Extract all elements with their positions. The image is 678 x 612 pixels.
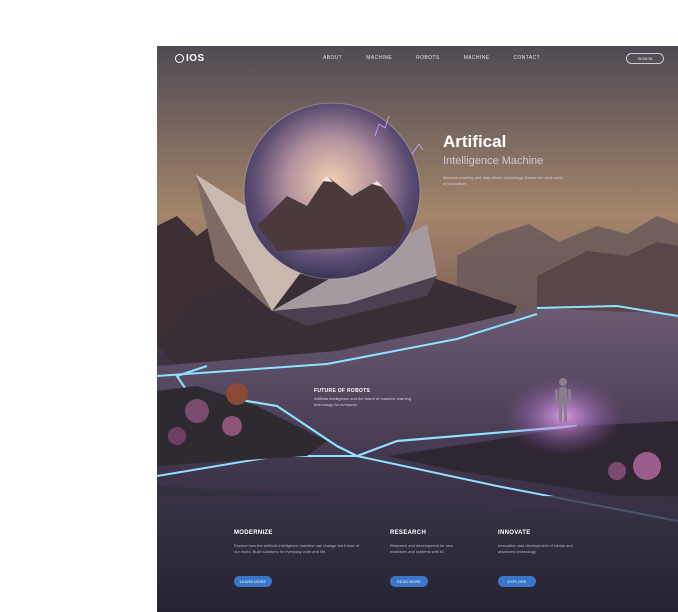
nav-item-contact[interactable]: CONTACT <box>513 55 540 61</box>
sign-in-button[interactable]: SIGN IN <box>626 53 664 64</box>
middle-title: FUTURE OF ROBOTS <box>314 388 371 394</box>
logo[interactable]: IOS <box>175 53 205 64</box>
hero-description: Machine learning and data-driven technol… <box>443 175 563 186</box>
column-description: Explore how the artificial intelligence … <box>234 543 359 554</box>
logo-icon <box>175 54 184 63</box>
feature-column-research: RESEARCH Research and development for ne… <box>390 530 468 587</box>
hero-illustration <box>157 102 678 612</box>
nav-item-machine[interactable]: MACHINE <box>366 55 392 61</box>
nav-item-machine-2[interactable]: MACHINE <box>464 55 490 61</box>
nav-item-about[interactable]: ABOUT <box>323 55 342 61</box>
column-title: RESEARCH <box>390 530 427 536</box>
feature-column-modernize: MODERNIZE Explore how the artificial int… <box>234 530 360 587</box>
read-more-button[interactable]: READ MORE <box>390 576 428 587</box>
feature-column-innovate: INNOVATE Innovation and development of r… <box>498 530 576 587</box>
explore-button[interactable]: EXPLORE <box>498 576 536 587</box>
learn-more-button[interactable]: LEARN MORE <box>234 576 272 587</box>
landing-page: IOS ABOUT MACHINE ROBOTS MACHINE CONTACT… <box>157 46 678 612</box>
top-navigation: IOS ABOUT MACHINE ROBOTS MACHINE CONTACT… <box>157 46 678 72</box>
column-title: MODERNIZE <box>234 530 273 536</box>
nav-menu: ABOUT MACHINE ROBOTS MACHINE CONTACT <box>323 55 540 61</box>
column-description: Innovation and development of robots and… <box>498 543 573 554</box>
column-title: INNOVATE <box>498 530 531 536</box>
middle-description: Artificial intelligence and the future o… <box>314 396 411 407</box>
hero-title: Artifical <box>443 132 507 151</box>
logo-text: IOS <box>186 53 205 64</box>
hero-subtitle: Intelligence Machine <box>443 155 544 167</box>
column-description: Research and development for new machine… <box>390 543 454 554</box>
nav-item-robots[interactable]: ROBOTS <box>416 55 440 61</box>
